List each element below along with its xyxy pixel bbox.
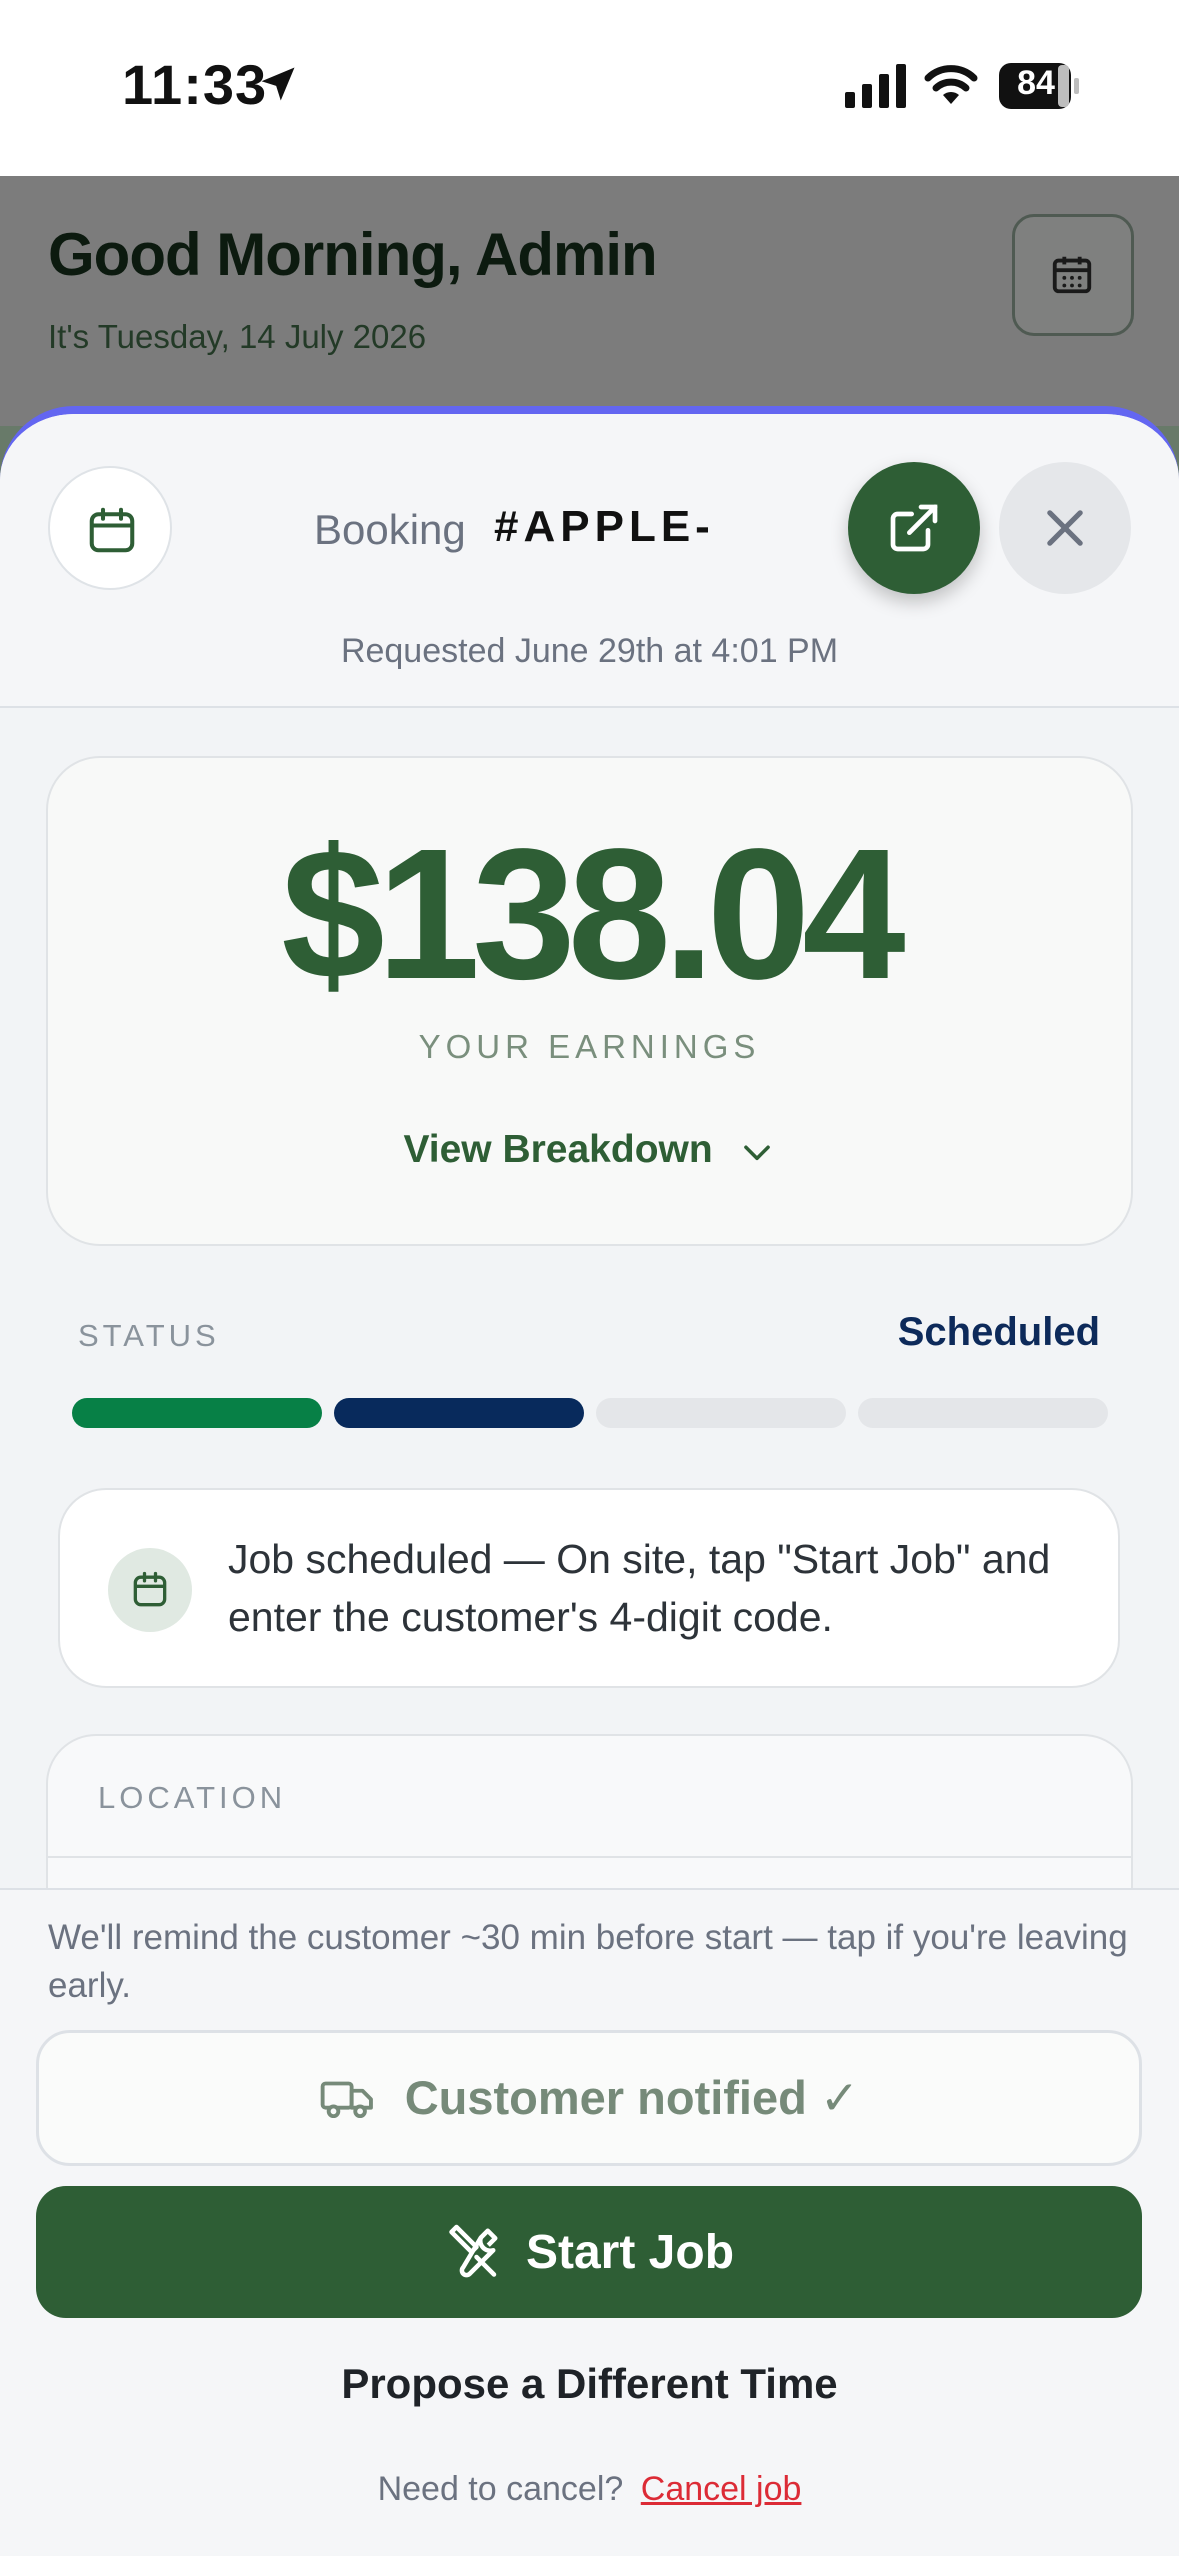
status-value: Scheduled	[897, 1310, 1100, 1354]
requested-timestamp: Requested June 29th at 4:01 PM	[340, 632, 839, 670]
status-progress-step	[72, 1398, 322, 1428]
start-job-label: Start Job	[525, 2225, 735, 2279]
status-progress-step	[596, 1398, 846, 1428]
wifi-icon	[924, 65, 978, 104]
booking-sheet: Booking #APPLE- Requested June 29th at 4…	[0, 406, 1179, 2556]
booking-id: #APPLE-	[494, 502, 715, 551]
cancel-prompt: Need to cancel?	[377, 2470, 624, 2508]
start-job-button[interactable]: Start Job	[36, 2186, 1142, 2318]
external-link-icon	[890, 504, 938, 552]
sheet-header: Booking #APPLE- Requested June 29th at 4…	[0, 414, 1179, 708]
status-progress-step	[858, 1398, 1108, 1428]
location-arrow-icon	[261, 67, 295, 101]
status-bar: 11:33 84	[0, 0, 1179, 176]
status-progress-step	[334, 1398, 584, 1428]
cancel-job-link[interactable]: Cancel job	[641, 2470, 802, 2508]
calendar-icon	[1052, 256, 1092, 294]
view-breakdown-label: View Breakdown	[403, 1128, 713, 1171]
earnings-amount: $138.04	[281, 811, 905, 1018]
booking-label: Booking	[314, 506, 466, 553]
earnings-label: YOUR EARNINGS	[418, 1028, 761, 1065]
job-info-card: Job scheduled — On site, tap "Start Job"…	[58, 1488, 1120, 1688]
open-external-button[interactable]	[848, 462, 980, 594]
greeting-date: It's Tuesday, 14 July 2026	[48, 318, 427, 355]
greeting-heading: Good Morning, Admin	[48, 221, 658, 288]
reminder-text: We'll remind the customer ~30 min before…	[48, 1918, 1128, 2005]
close-button[interactable]	[999, 462, 1131, 594]
earnings-card: $138.04 YOUR EARNINGS View Breakdown	[46, 756, 1133, 1246]
view-breakdown-button[interactable]: View Breakdown	[48, 1128, 1131, 1172]
customer-notified-button[interactable]: Customer notified ✓	[36, 2030, 1142, 2166]
info-icon-badge	[108, 1548, 192, 1632]
location-label: LOCATION	[98, 1780, 287, 1815]
propose-time-button[interactable]: Propose a Different Time	[0, 2360, 1179, 2408]
background-calendar-button	[1012, 214, 1134, 336]
truck-icon	[320, 2081, 373, 2119]
calendar-icon	[133, 1571, 167, 1607]
chevron-down-icon	[743, 1145, 770, 1160]
job-info-text: Job scheduled — On site, tap "Start Job"…	[228, 1536, 1051, 1640]
tools-icon	[449, 2224, 498, 2278]
close-icon	[1047, 510, 1083, 546]
calendar-icon	[89, 507, 135, 553]
cellular-signal-icon	[845, 64, 906, 108]
battery-percentage: 84	[1017, 64, 1055, 102]
divider	[48, 1856, 1131, 1858]
cancel-row: Need to cancel? Cancel job	[0, 2470, 1179, 2509]
status-label: STATUS	[78, 1318, 220, 1353]
customer-notified-label: Customer notified ✓	[404, 2071, 860, 2124]
calendar-button[interactable]	[48, 466, 172, 590]
action-footer: We'll remind the customer ~30 min before…	[0, 1888, 1179, 2556]
clock: 11:33	[122, 53, 268, 116]
